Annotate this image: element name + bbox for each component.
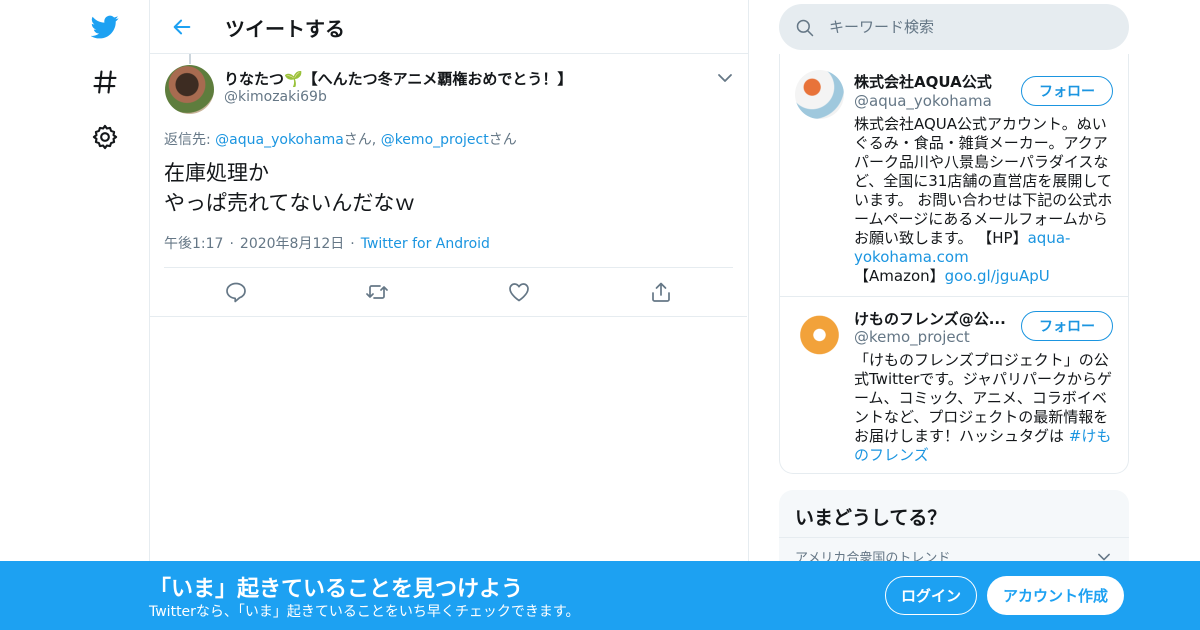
divider <box>779 537 1129 538</box>
hashtag-icon[interactable] <box>88 65 122 99</box>
twitter-bird-icon[interactable] <box>88 10 122 44</box>
search-bar[interactable] <box>779 4 1129 50</box>
search-icon <box>796 19 814 37</box>
tweet-meta: 午後1:17 · 2020年8月12日 · Twitter for Android <box>164 233 490 253</box>
reply-to: 返信先: @aqua_yokohamaさん, @kemo_projectさん <box>164 129 517 149</box>
tweet-source[interactable]: Twitter for Android <box>361 236 490 252</box>
author-name[interactable]: りなたつ🌱【へんたつ冬アニメ覇権おめでとう！】 <box>224 68 572 89</box>
reply-icon[interactable] <box>224 280 248 304</box>
gear-icon[interactable] <box>88 120 122 154</box>
meta-separator: · <box>350 236 355 252</box>
reply-suffix: さん, <box>343 132 381 148</box>
user-bio: 「けものフレンズプロジェクト」の公式Twitterです。ジャパリパークからゲーム… <box>854 351 1116 465</box>
login-button[interactable]: ログイン <box>885 576 977 615</box>
divider <box>780 296 1128 297</box>
who-to-follow-panel: 株式会社AQUA公式 @aqua_yokohama フォロー 株式会社AQUA公… <box>779 54 1129 474</box>
retweet-icon[interactable] <box>365 280 389 304</box>
user-name[interactable]: けものフレンズ@公... <box>854 308 1006 329</box>
bio-text: 株式会社AQUA公式アカウント。ぬいぐるみ・食品・雑貨メーカー。アクアパーク品川… <box>854 115 1113 247</box>
reply-to-link[interactable]: @kemo_project <box>381 132 489 148</box>
tweet-content: りなたつ🌱【へんたつ冬アニメ覇権おめでとう！】 @kimozaki69b 返信先… <box>149 0 749 330</box>
like-heart-icon[interactable] <box>507 280 531 304</box>
follow-button[interactable]: フォロー <box>1021 76 1113 106</box>
follow-button[interactable]: フォロー <box>1021 311 1113 341</box>
bio-link[interactable]: goo.gl/jguApU <box>945 267 1050 285</box>
user-name[interactable]: 株式会社AQUA公式 <box>854 71 992 92</box>
search-input[interactable] <box>829 14 1109 40</box>
signup-button[interactable]: アカウント作成 <box>987 576 1124 615</box>
left-nav <box>80 0 130 630</box>
user-handle[interactable]: @aqua_yokohama <box>854 92 992 110</box>
avatar[interactable] <box>795 70 844 119</box>
avatar[interactable] <box>795 308 844 357</box>
tweet-date[interactable]: 2020年8月12日 <box>240 236 344 252</box>
user-handle[interactable]: @kemo_project <box>854 328 970 346</box>
tweet-text-line: 在庫処理か <box>164 161 269 185</box>
chevron-down-icon[interactable] <box>716 70 734 84</box>
banner-subtitle: Twitterなら、「いま」起きていることをいち早くチェックできます。 <box>149 604 580 620</box>
reply-prefix: 返信先: <box>164 132 216 148</box>
banner-title: 「いま」起きていることを見つけよう <box>149 577 524 602</box>
author-handle[interactable]: @kimozaki69b <box>224 89 327 105</box>
tweet-actions <box>149 268 747 317</box>
trends-title: いまどうしてる？ <box>795 507 947 529</box>
bio-text: 【Amazon】 <box>854 267 945 285</box>
reply-suffix: さん <box>488 132 517 148</box>
meta-separator: · <box>229 236 234 252</box>
share-icon[interactable] <box>649 280 673 304</box>
tweet-time[interactable]: 午後1:17 <box>164 236 223 252</box>
tweet-text: 在庫処理か やっぱ売れてないんだなｗ <box>164 158 415 218</box>
tweet-text-line: やっぱ売れてないんだなｗ <box>164 191 416 215</box>
user-bio: 株式会社AQUA公式アカウント。ぬいぐるみ・食品・雑貨メーカー。アクアパーク品川… <box>854 115 1116 286</box>
signup-banner: 「いま」起きていることを見つけよう Twitterなら、「いま」起きていることを… <box>0 561 1200 630</box>
reply-to-link[interactable]: @aqua_yokohama <box>215 132 344 148</box>
